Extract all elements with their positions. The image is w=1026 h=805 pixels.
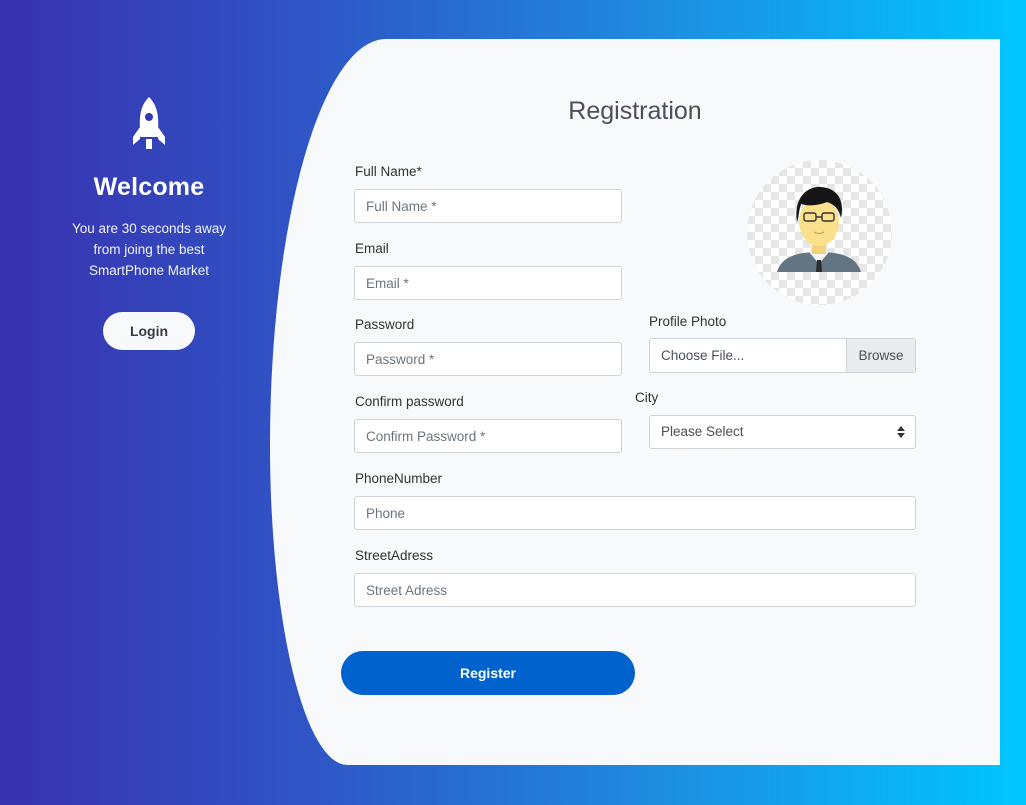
email-label: Email xyxy=(355,241,389,256)
login-button[interactable]: Login xyxy=(103,312,195,350)
sort-arrows-icon xyxy=(897,426,905,438)
welcome-title: Welcome xyxy=(93,173,205,201)
phone-label: PhoneNumber xyxy=(355,471,443,486)
file-input-text[interactable]: Choose File... xyxy=(650,339,846,372)
full-name-input[interactable] xyxy=(354,189,622,223)
city-label: City xyxy=(635,390,659,405)
welcome-line-3: SmartPhone Market xyxy=(88,263,210,278)
phone-input[interactable] xyxy=(354,496,916,530)
password-input[interactable] xyxy=(354,342,622,376)
password-label: Password xyxy=(355,317,415,332)
welcome-panel: Welcome You are 30 seconds away from joi… xyxy=(50,95,248,350)
confirm-password-input[interactable] xyxy=(354,419,622,453)
browse-button[interactable]: Browse xyxy=(846,339,915,372)
profile-photo-label: Profile Photo xyxy=(649,314,727,329)
welcome-text: You are 30 seconds away from joing the b… xyxy=(50,218,248,281)
welcome-line-2: from joing the best xyxy=(93,242,205,257)
register-button[interactable]: Register xyxy=(341,651,635,695)
page-title: Registration xyxy=(568,97,702,125)
street-address-input[interactable] xyxy=(354,573,916,607)
confirm-password-label: Confirm password xyxy=(355,394,464,409)
profile-photo-file-input[interactable]: Choose File... Browse xyxy=(649,338,916,373)
profile-avatar xyxy=(747,160,892,305)
rocket-icon xyxy=(133,97,165,149)
welcome-line-1: You are 30 seconds away xyxy=(71,221,227,236)
user-avatar-icon xyxy=(777,186,861,272)
city-select-value: Please Select xyxy=(661,424,744,439)
street-address-label: StreetAdress xyxy=(355,548,434,563)
email-input[interactable] xyxy=(354,266,622,300)
city-select[interactable]: Please Select xyxy=(649,415,916,449)
full-name-label: Full Name* xyxy=(355,164,422,179)
